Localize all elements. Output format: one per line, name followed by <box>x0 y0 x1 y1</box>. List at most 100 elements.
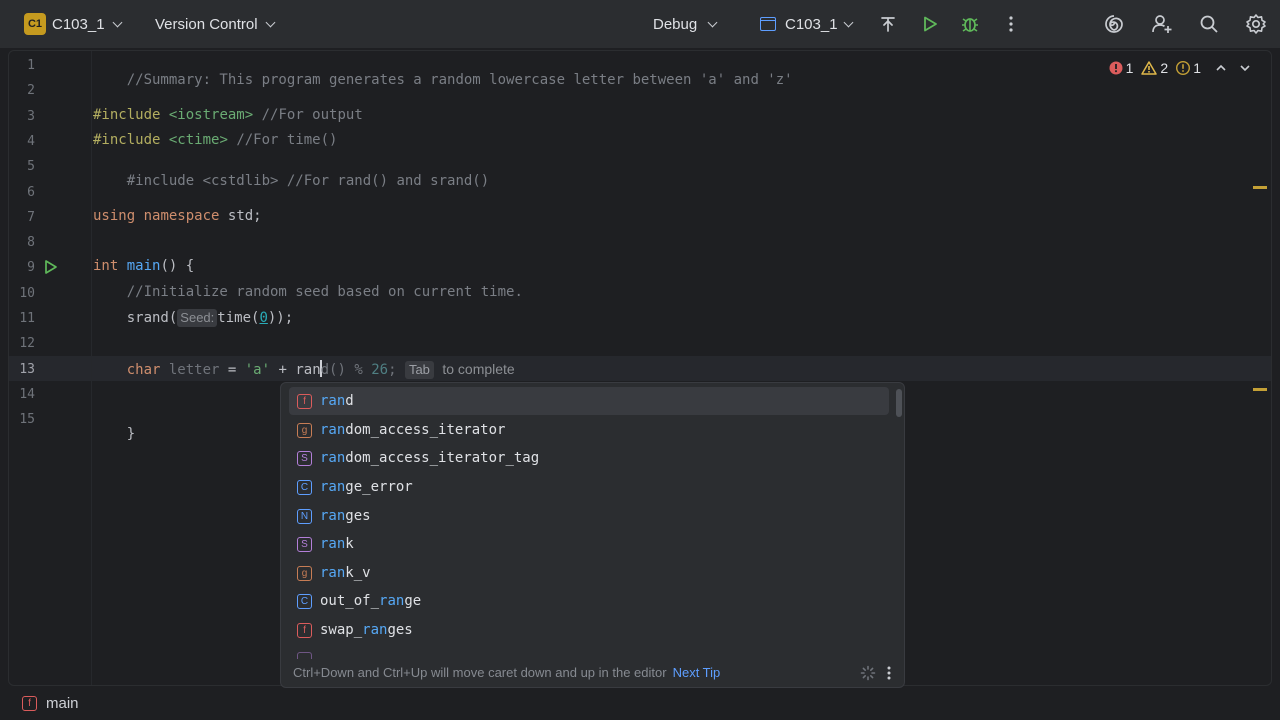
completion-item[interactable]: g ran k_v <box>289 559 889 587</box>
line-number[interactable]: 1 <box>9 58 35 73</box>
inline-completion: d() % <box>320 362 372 378</box>
line-number[interactable]: 5 <box>9 159 35 174</box>
completion-item[interactable]: f swap_ ran ges <box>289 616 889 644</box>
weak-warning-count-value: 1 <box>1193 60 1201 76</box>
completion-scrollbar[interactable] <box>896 389 902 417</box>
unused-include: #include <cstdlib> //For rand() and sran… <box>126 173 490 189</box>
keyword: using <box>93 208 136 224</box>
footer-tip: Ctrl+Down and Ctrl+Up will move caret do… <box>293 664 667 680</box>
item-match: ran <box>320 479 346 495</box>
completion-item[interactable]: Sran dom_access_iterator_tag <box>289 444 889 472</box>
line-number[interactable]: 4 <box>9 134 35 149</box>
warning-stripe-marker[interactable] <box>1253 186 1267 189</box>
item-match: ran <box>320 422 346 438</box>
run-config-label: C103_1 <box>785 15 838 33</box>
project-selector[interactable]: C1 C103_1 <box>24 11 122 37</box>
run-config-selector[interactable]: C103_1 <box>760 11 853 37</box>
vcs-label: Version Control <box>155 15 258 33</box>
keyword: int <box>93 258 119 274</box>
code-line-13: char letter = 'a' + rand() % 26; Tab to … <box>93 360 515 379</box>
search-icon[interactable] <box>1196 11 1222 37</box>
item-rest: dom_access_iterator <box>345 422 506 438</box>
t-chevron-icon[interactable] <box>875 11 901 37</box>
parameter-hint: Seed: <box>177 309 218 327</box>
comment: //Initialize random seed based on curren… <box>126 284 523 300</box>
code-text: srand( <box>126 310 178 326</box>
line-number[interactable]: 2 <box>9 83 35 98</box>
line-number[interactable]: 6 <box>9 185 35 200</box>
header-name: <iostream> <box>168 107 254 123</box>
line-number[interactable]: 10 <box>9 286 35 301</box>
inspections-widget[interactable]: 1 2 1 <box>1101 59 1251 77</box>
run-mode-selector[interactable]: Debug <box>653 11 718 37</box>
add-user-icon[interactable] <box>1149 11 1175 37</box>
project-badge: C1 <box>24 13 46 35</box>
more-vert-icon[interactable] <box>998 11 1024 37</box>
number-literal: 0 <box>259 310 268 326</box>
run-config-icon <box>760 17 776 31</box>
weak-warning-count[interactable]: 1 <box>1176 60 1201 76</box>
function-kind-icon: f <box>297 622 312 638</box>
prev-problem-button[interactable] <box>1215 62 1227 74</box>
completion-item[interactable]: g ran dom_access_iterator <box>289 416 889 444</box>
tab-key-hint: Tab <box>404 361 434 379</box>
code-text: )); <box>267 310 294 326</box>
unused-variable: letter <box>168 362 220 378</box>
completion-list: f ran d g ran dom_access_iterator Sran dom_ac… <box>281 383 904 659</box>
directive: #include <box>93 107 161 123</box>
completion-footer: Ctrl+Down and Ctrl+Up will move caret do… <box>281 657 904 687</box>
completion-item[interactable]: Cout_of_ ran ge <box>289 587 889 615</box>
line-number[interactable]: 12 <box>9 336 35 351</box>
code-line-5: #include <cstdlib> //For rand() and sran… <box>93 157 489 205</box>
line-number[interactable]: 3 <box>9 109 35 124</box>
line-number[interactable]: 11 <box>9 311 35 326</box>
error-count[interactable]: 1 <box>1109 60 1133 76</box>
completion-item-selected[interactable]: f ran d <box>289 387 889 415</box>
item-match: ran <box>320 393 346 409</box>
keyword: char <box>126 362 161 378</box>
warning-count[interactable]: 2 <box>1141 60 1168 76</box>
line-number[interactable]: 15 <box>9 412 35 427</box>
code-line-4: #include <ctime> //For time() <box>93 132 337 148</box>
item-rest: ges <box>387 622 413 638</box>
next-problem-button[interactable] <box>1239 62 1251 74</box>
line-number[interactable]: 9 <box>9 260 35 275</box>
namespace-kind-icon: N <box>297 508 312 524</box>
item-prefix: out_of_ <box>320 593 380 609</box>
directive: #include <box>93 132 161 148</box>
line-number[interactable]: 8 <box>9 235 35 250</box>
item-rest: dom_access_iterator_tag <box>345 450 540 466</box>
code-line-9: int main() { <box>93 258 194 274</box>
completion-item[interactable]: Nran ges <box>289 502 889 530</box>
chevron-down-icon <box>843 17 853 27</box>
run-main-gutter-icon[interactable] <box>43 259 59 275</box>
settings-gear-icon[interactable] <box>1243 11 1269 37</box>
breadcrumb-label: main <box>46 695 79 712</box>
completion-item[interactable]: Sran k <box>289 530 889 558</box>
debug-icon[interactable] <box>957 11 983 37</box>
line-number-current[interactable]: 13 <box>9 362 35 377</box>
completion-popup: f ran d g ran dom_access_iterator Sran dom_ac… <box>280 382 905 688</box>
inline-completion-number: 26 <box>371 362 389 378</box>
class-kind-icon: C <box>297 593 312 609</box>
run-mode-label: Debug <box>653 15 698 33</box>
item-match: ran <box>362 622 388 638</box>
item-match: ran <box>379 593 405 609</box>
weak-warning-icon <box>1176 61 1191 75</box>
ai-spiral-icon[interactable] <box>1101 11 1127 37</box>
vcs-menu[interactable]: Version Control <box>155 11 276 37</box>
function-kind-icon: f <box>297 393 312 409</box>
completion-item[interactable]: Cran ge_error <box>289 473 889 501</box>
item-match: ran <box>320 536 346 552</box>
line-number[interactable]: 14 <box>9 387 35 402</box>
code-line-1: //Summary: This program generates a rand… <box>93 56 793 104</box>
more-vert-icon[interactable] <box>886 665 892 681</box>
warning-stripe-marker[interactable] <box>1253 388 1267 391</box>
run-icon[interactable] <box>917 11 943 37</box>
line-number[interactable]: 7 <box>9 210 35 225</box>
next-tip-link[interactable]: Next Tip <box>673 665 721 680</box>
breadcrumb-main[interactable]: f main <box>22 695 79 712</box>
item-rest: ges <box>345 508 371 524</box>
item-rest: ge <box>404 593 422 609</box>
item-match: ran <box>320 565 346 581</box>
